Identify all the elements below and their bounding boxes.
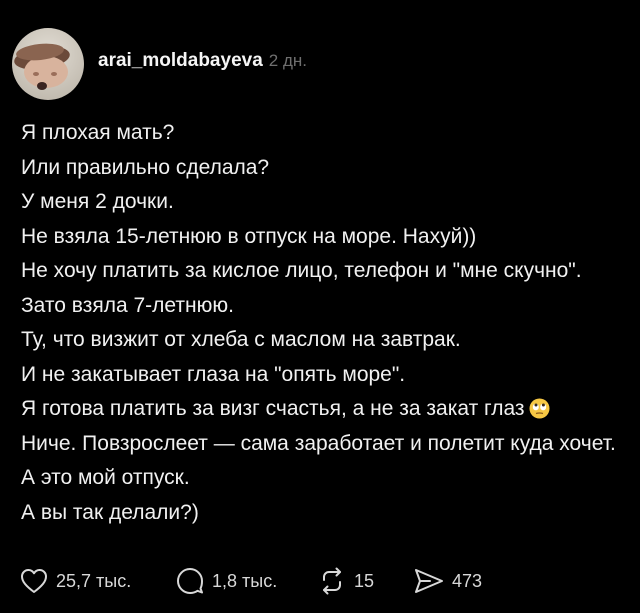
repost-button[interactable]: 15 [318, 567, 414, 595]
action-bar: 25,7 тыс. 1,8 тыс. 15 473 [20, 567, 482, 595]
avatar-image [12, 28, 84, 100]
post-line: У меня 2 дочки. [21, 190, 174, 213]
speech-bubble-icon [177, 568, 203, 594]
post-line: Не хочу платить за кислое лицо, телефон … [21, 259, 582, 282]
heart-icon [21, 569, 47, 593]
post-line: Или правильно сделала? [21, 155, 270, 179]
post-line: Зато взяла 7-летнюю. [21, 293, 234, 317]
post-line: Не взяла 15-летнюю в отпуск на море. Нах… [21, 224, 477, 248]
avatar[interactable] [12, 28, 84, 100]
post-line: Ниче. Повзрослеет — сама заработает и по… [21, 431, 616, 455]
post-line: И не закатывает глаза на "опять море". [21, 362, 406, 386]
thread-post: arai_moldabayeva 2 дн. Я плохая мать? Ил… [0, 0, 640, 613]
send-icon [415, 569, 443, 593]
post-meta: arai_moldabayeva 2 дн. [98, 50, 307, 72]
post-text: Я плохая мать? Или правильно сделала? У … [21, 116, 621, 530]
post-line: Ту, что визжит от хлеба с маслом на завт… [21, 328, 461, 351]
reply-count: 1,8 тыс. [212, 570, 278, 591]
username[interactable]: arai_moldabayeva [98, 50, 263, 72]
like-count: 25,7 тыс. [56, 570, 132, 591]
eye-roll-emoji [529, 398, 550, 419]
share-count: 473 [452, 570, 483, 591]
post-line: Я плохая мать? [21, 121, 175, 144]
post-line: А вы так делали?) [21, 500, 199, 524]
post-line: А это мой отпуск. [21, 466, 190, 489]
reply-button[interactable]: 1,8 тыс. [176, 567, 318, 595]
repost-count: 15 [354, 570, 375, 591]
post-line-text: Я готова платить за визг счастья, а не з… [21, 397, 525, 420]
like-button[interactable]: 25,7 тыс. [20, 568, 176, 594]
post-line-with-emoji: Я готова платить за визг счастья, а не з… [21, 392, 621, 427]
repost-icon [323, 567, 341, 595]
post-header: arai_moldabayeva 2 дн. [12, 28, 307, 100]
post-time: 2 дн. [268, 51, 307, 70]
share-button[interactable]: 473 [414, 567, 482, 595]
